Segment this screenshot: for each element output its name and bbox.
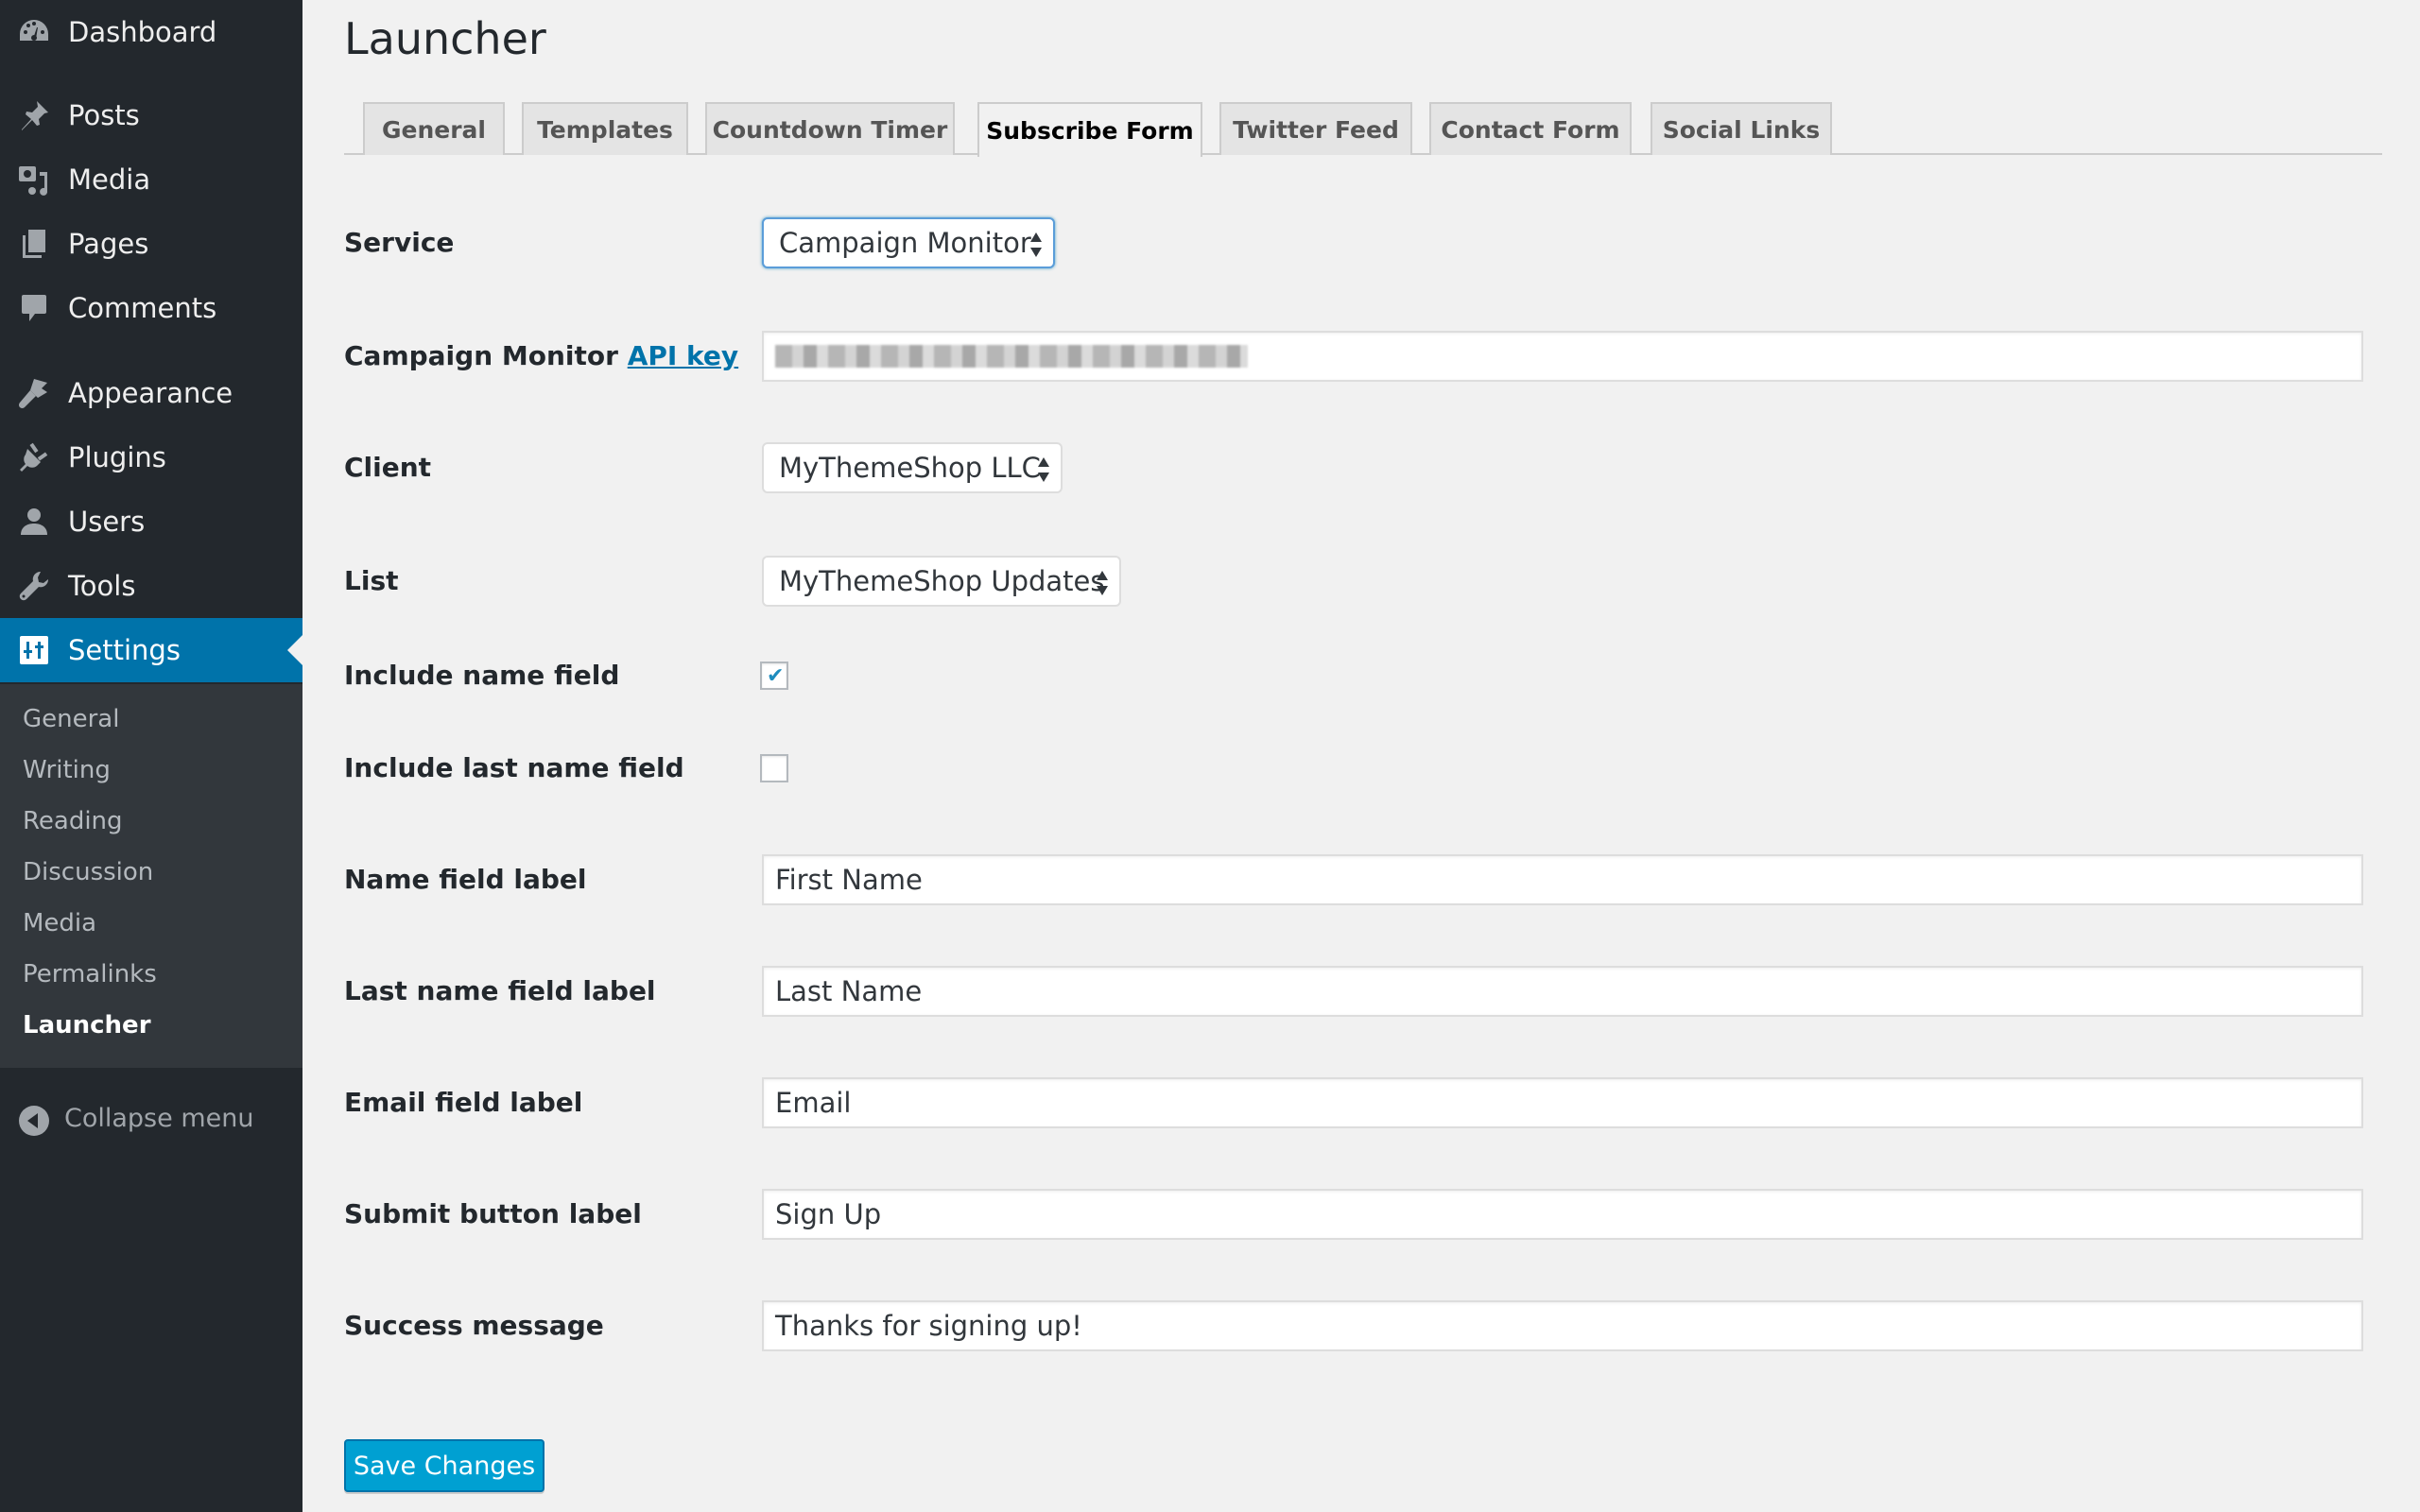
include-last-name-checkbox[interactable] (760, 754, 788, 782)
user-icon (17, 505, 51, 539)
tab-twitter-feed[interactable]: Twitter Feed (1219, 102, 1412, 155)
sidebar-item-label: Dashboard (68, 16, 217, 48)
service-select-value: Campaign Monitor (779, 227, 1031, 259)
success-message-input[interactable]: Thanks for signing up! (762, 1300, 2363, 1351)
email-field-label-input[interactable]: Email (762, 1077, 2363, 1128)
sidebar-item-label: Plugins (68, 441, 166, 473)
sidebar-item-label: Comments (68, 292, 217, 324)
paintbrush-icon (17, 376, 51, 410)
submenu-item-reading[interactable]: Reading (23, 807, 123, 835)
sidebar-item-tools[interactable]: Tools (0, 554, 302, 618)
select-arrows-icon (1030, 232, 1042, 257)
sidebar-item-plugins[interactable]: Plugins (0, 425, 302, 490)
submenu-item-discussion[interactable]: Discussion (23, 858, 153, 886)
page-title: Launcher (344, 13, 546, 64)
sidebar-item-appearance[interactable]: Appearance (0, 361, 302, 425)
wrench-icon (17, 569, 51, 603)
client-label: Client (344, 452, 432, 483)
list-label: List (344, 565, 399, 596)
last-name-field-label-label: Last name field label (344, 975, 656, 1006)
client-select[interactable]: MyThemeShop LLC (762, 442, 1063, 493)
submenu-item-permalinks[interactable]: Permalinks (23, 960, 157, 988)
collapse-arrow-icon (19, 1106, 49, 1136)
media-icon (17, 163, 51, 197)
client-select-value: MyThemeShop LLC (779, 452, 1041, 484)
submenu-item-writing[interactable]: Writing (23, 756, 111, 784)
sidebar-item-label: Posts (68, 99, 140, 131)
sidebar-item-label: Pages (68, 228, 149, 260)
api-key-label: Campaign Monitor API key (344, 340, 738, 371)
sidebar-item-label: Appearance (68, 377, 233, 409)
tab-countdown-timer[interactable]: Countdown Timer (705, 102, 955, 155)
sidebar-item-posts[interactable]: Posts (0, 83, 302, 147)
api-key-link[interactable]: API key (628, 340, 738, 371)
submit-button-label-input[interactable]: Sign Up (762, 1189, 2363, 1240)
sidebar-item-label: Users (68, 506, 146, 538)
submenu-item-general[interactable]: General (23, 705, 119, 733)
submenu-item-media[interactable]: Media (23, 909, 96, 937)
sidebar-item-users[interactable]: Users (0, 490, 302, 554)
collapse-menu-button[interactable]: Collapse menu (0, 1096, 302, 1145)
api-key-label-text: Campaign Monitor (344, 340, 628, 371)
select-arrows-icon (1097, 571, 1108, 595)
service-label: Service (344, 227, 455, 258)
collapse-menu-label: Collapse menu (64, 1104, 254, 1133)
sidebar-item-label: Media (68, 163, 151, 196)
list-select[interactable]: MyThemeShop Updates (762, 556, 1121, 607)
list-select-value: MyThemeShop Updates (779, 565, 1105, 597)
plug-icon (17, 440, 51, 474)
tab-social-links[interactable]: Social Links (1651, 102, 1832, 155)
api-key-redacted-value (775, 345, 1248, 368)
pages-icon (17, 227, 51, 261)
save-changes-button[interactable]: Save Changes (344, 1439, 544, 1492)
tab-contact-form[interactable]: Contact Form (1429, 102, 1632, 155)
email-field-label-label: Email field label (344, 1087, 583, 1118)
sidebar-item-settings[interactable]: Settings (0, 618, 302, 682)
pin-icon (17, 98, 51, 132)
include-last-name-label: Include last name field (344, 752, 684, 783)
active-indicator (287, 635, 302, 665)
settings-submenu: General Writing Reading Discussion Media… (0, 684, 302, 1068)
sidebar-item-media[interactable]: Media (0, 147, 302, 212)
comment-icon (17, 291, 51, 325)
tab-templates[interactable]: Templates (522, 102, 688, 155)
sidebar-item-comments[interactable]: Comments (0, 276, 302, 340)
last-name-field-label-input[interactable]: Last Name (762, 966, 2363, 1017)
sidebar-item-label: Settings (68, 634, 181, 666)
checkmark-icon: ✔ (767, 664, 785, 688)
submenu-item-launcher[interactable]: Launcher (23, 1011, 151, 1040)
sidebar-item-pages[interactable]: Pages (0, 212, 302, 276)
service-select[interactable]: Campaign Monitor (762, 217, 1055, 268)
include-name-label: Include name field (344, 660, 620, 691)
tab-general[interactable]: General (363, 102, 505, 155)
sidebar-item-dashboard[interactable]: Dashboard (0, 0, 302, 64)
name-field-label-input[interactable]: First Name (762, 854, 2363, 905)
tab-subscribe-form[interactable]: Subscribe Form (977, 102, 1202, 157)
dashboard-icon (17, 15, 51, 49)
api-key-input[interactable] (762, 331, 2363, 382)
submit-button-label-label: Submit button label (344, 1198, 642, 1229)
settings-icon (17, 633, 51, 667)
include-name-checkbox[interactable]: ✔ (760, 662, 788, 690)
success-message-label: Success message (344, 1310, 604, 1341)
select-arrows-icon (1038, 457, 1049, 482)
settings-tabs: General Templates Countdown Timer Subscr… (344, 102, 2382, 157)
admin-sidebar: Dashboard Posts Media Pages Comments App… (0, 0, 302, 1512)
name-field-label-label: Name field label (344, 864, 587, 895)
sidebar-item-label: Tools (68, 570, 136, 602)
